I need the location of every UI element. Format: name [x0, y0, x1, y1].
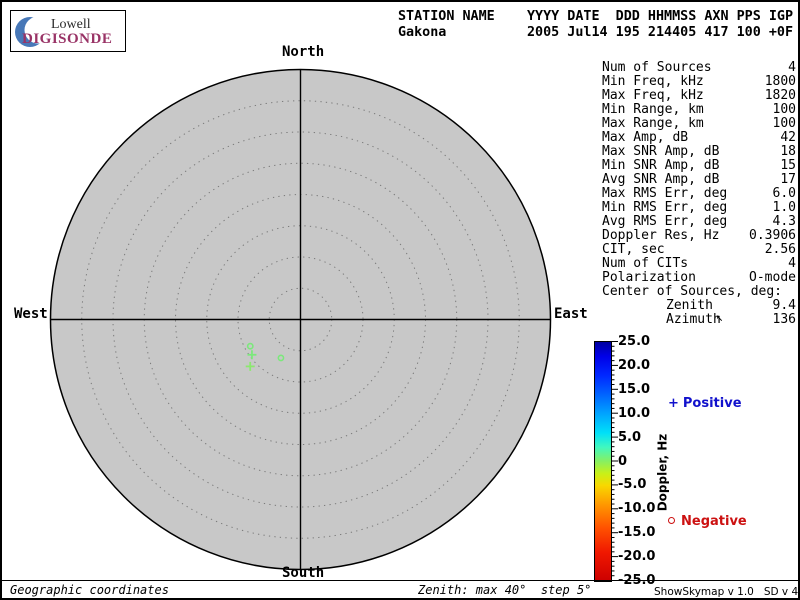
- colorbar-tick-label: 10.0: [618, 405, 651, 421]
- colorbar-tick-label: -10.0: [618, 501, 656, 517]
- stat-row: Avg RMS Err, deg 4.3: [602, 215, 796, 229]
- compass-label-east: East: [554, 306, 588, 322]
- stat-row: Doppler Res, Hz 0.3906: [602, 229, 796, 243]
- stat-label: Max RMS Err, deg: [602, 186, 728, 201]
- stat-value: 1800: [764, 74, 796, 89]
- colorbar-tick-label: 25.0: [618, 334, 651, 349]
- stats-panel: Num of Sources 4 Min Freq, kHz 1800 Max Freq…: [602, 61, 796, 327]
- stat-label: Polarization: [602, 270, 696, 285]
- stat-row: Min Range, km 100: [602, 103, 796, 117]
- stat-row: Polarization O-mode: [602, 271, 796, 285]
- footer-divider: [2, 580, 798, 581]
- stat-label: Azimuth: [666, 312, 721, 327]
- stat-label: Center of Sources, deg:: [602, 284, 783, 299]
- legend-negative-label: Negative: [681, 514, 747, 529]
- stat-row: CIT, sec 2.56: [602, 243, 796, 257]
- stat-value: 1.0: [772, 200, 796, 215]
- circle-marker-icon: [668, 517, 675, 524]
- stat-label: Num of Sources: [602, 60, 712, 75]
- stat-value: 1820: [764, 88, 796, 103]
- stat-row: Num of Sources 4: [602, 61, 796, 75]
- station-header: STATION NAME YYYY DATE DDD HHMMSS AXN PP…: [398, 9, 793, 41]
- stat-label: Min RMS Err, deg: [602, 200, 728, 215]
- stat-label: Max Amp, dB: [602, 130, 689, 145]
- stat-label: Max Range, km: [602, 116, 704, 131]
- colorbar-tick-label: -5.0: [618, 477, 647, 493]
- colorbar-tick-label: -20.0: [618, 549, 656, 565]
- stat-row: Zenith 9.4: [602, 299, 796, 313]
- footer-version-text: ShowSkymap v 1.0 SD v 4.2: [654, 586, 800, 598]
- stat-value: 4: [788, 60, 796, 75]
- stat-value: O-mode: [749, 270, 796, 285]
- stat-row: Max Range, km 100: [602, 117, 796, 131]
- stat-value: 15: [780, 158, 796, 173]
- stat-value: 18: [780, 144, 796, 159]
- stat-label: Doppler Res, Hz: [602, 228, 720, 243]
- legend-positive: + Positive: [668, 396, 742, 411]
- stat-value: 136: [772, 312, 796, 327]
- station-header-values: Gakona 2005 Jul14 195 214405 417 100 +0F: [398, 25, 794, 40]
- stat-row: Max RMS Err, deg 6.0: [602, 187, 796, 201]
- stat-label: Min Freq, kHz: [602, 74, 704, 89]
- stat-row: Max Freq, kHz 1820: [602, 89, 796, 103]
- colorbar-tick-label: 15.0: [618, 381, 651, 397]
- stat-value: 6.0: [772, 186, 796, 201]
- compass-label-south: South: [282, 565, 325, 581]
- stat-row: Max SNR Amp, dB 18: [602, 145, 796, 159]
- compass-label-north: North: [282, 44, 325, 60]
- legend-negative: Negative: [668, 514, 747, 529]
- colorbar-tick-label: -15.0: [618, 525, 656, 541]
- stat-value: 0.3906: [749, 228, 796, 243]
- stat-row: Min RMS Err, deg 1.0: [602, 201, 796, 215]
- digisonde-logo: Lowell DIGISONDE: [10, 10, 126, 52]
- stat-label: Num of CITs: [602, 256, 689, 271]
- stat-label: Max SNR Amp, dB: [602, 144, 720, 159]
- colorbar-tick-label: 20.0: [618, 357, 651, 373]
- stat-value: 4: [788, 256, 796, 271]
- stat-label: Min SNR Amp, dB: [602, 158, 720, 173]
- showskymap-window: Lowell DIGISONDE STATION NAME YYYY DATE …: [0, 0, 800, 600]
- stat-label: Zenith: [666, 298, 713, 313]
- footer-coordinates-note: Geographic coordinates: [10, 583, 169, 597]
- stat-value: 42: [780, 130, 796, 145]
- plus-marker-icon: +: [668, 396, 679, 411]
- stat-value: 17: [780, 172, 796, 187]
- stat-label: Avg RMS Err, deg: [602, 214, 728, 229]
- logo-digisonde-text: DIGISONDE: [22, 31, 113, 47]
- stat-row: Center of Sources, deg:: [602, 285, 796, 299]
- stat-value: 2.56: [764, 242, 796, 257]
- stat-label: Avg SNR Amp, dB: [602, 172, 720, 187]
- stat-value: 4.3: [772, 214, 796, 229]
- mouse-cursor-icon: ↖: [716, 310, 724, 324]
- stat-row: Min SNR Amp, dB 15: [602, 159, 796, 173]
- doppler-colorbar: [594, 341, 612, 582]
- stat-row: Azimuth 136: [602, 313, 796, 327]
- stat-label: Min Range, km: [602, 102, 704, 117]
- stat-row: Max Amp, dB 42: [602, 131, 796, 145]
- stat-label: CIT, sec: [602, 242, 665, 257]
- compass-label-west: West: [14, 306, 48, 322]
- legend-positive-label: Positive: [682, 396, 742, 411]
- colorbar-tick-label: 5.0: [618, 429, 642, 445]
- stat-row: Num of CITs 4: [602, 257, 796, 271]
- stat-value: 100: [772, 116, 796, 131]
- stat-value: 100: [772, 102, 796, 117]
- stat-row: Min Freq, kHz 1800: [602, 75, 796, 89]
- colorbar-tick-label: 0: [618, 453, 628, 469]
- stat-row: Avg SNR Amp, dB 17: [602, 173, 796, 187]
- footer-zenith-note: Zenith: max 40° step 5°: [418, 583, 592, 597]
- stat-label: Max Freq, kHz: [602, 88, 704, 103]
- stat-value: 9.4: [772, 298, 796, 313]
- station-header-columns: STATION NAME YYYY DATE DDD HHMMSS AXN PP…: [398, 9, 794, 24]
